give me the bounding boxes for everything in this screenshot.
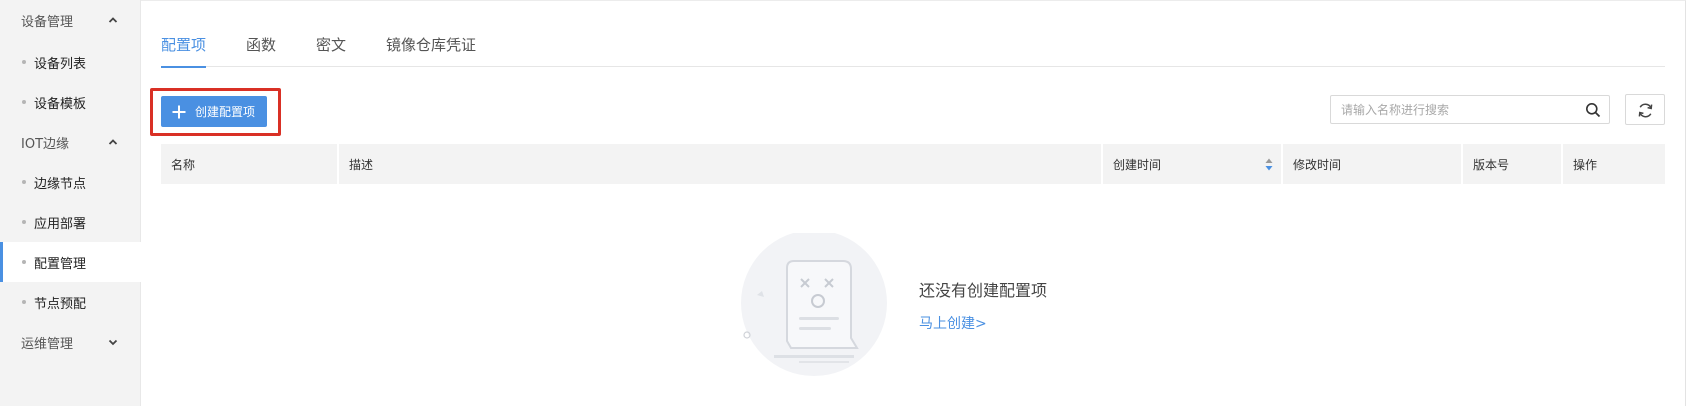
create-config-label: 创建配置项 [195,105,256,119]
bullet-icon [22,100,26,104]
sidebar-item-label: 应用部署 [34,216,87,232]
tab-label: 密文 [316,36,347,54]
chevron-down-icon [108,339,118,346]
bullet-icon [22,220,26,224]
tab-label: 函数 [246,36,277,54]
sidebar-group-device-management[interactable]: 设备管理 [0,0,141,40]
column-header-modified-time: 修改时间 [1283,144,1461,184]
tab-bar: 配置项 函数 密文 镜像仓库凭证 [161,25,1665,68]
bullet-icon [22,300,26,304]
sidebar-item-config-management[interactable]: 配置管理 [0,242,141,282]
empty-state-title: 还没有创建配置项 [919,281,1048,300]
search-box [1330,95,1610,124]
sidebar-item-device-list[interactable]: 设备列表 [0,42,141,82]
sidebar-item-label: 节点预配 [34,296,87,312]
column-label: 创建时间 [1113,157,1162,172]
column-label: 版本号 [1473,157,1510,172]
sort-icon[interactable] [1265,158,1273,171]
sidebar-item-device-template[interactable]: 设备模板 [0,82,141,122]
sidebar-item-label: 设备列表 [34,56,87,72]
tab-registry-credentials[interactable]: 镜像仓库凭证 [386,25,476,67]
column-header-version: 版本号 [1463,144,1561,184]
sidebar-item-app-deploy[interactable]: 应用部署 [0,202,141,242]
sidebar-item-edge-nodes[interactable]: 边缘节点 [0,162,141,202]
column-header-name: 名称 [161,144,337,184]
main-panel: 配置项 函数 密文 镜像仓库凭证 创建配置项 名称 描述 创建时间 修改时间 版… [141,0,1686,406]
tab-config-items[interactable]: 配置项 [161,25,207,68]
search-input[interactable] [1331,96,1571,123]
sidebar-item-label: 边缘节点 [34,176,87,192]
create-config-button[interactable]: 创建配置项 [161,96,267,127]
sidebar-group-label: 运维管理 [21,336,74,352]
sidebar-item-label: 配置管理 [34,256,87,272]
column-header-created-time[interactable]: 创建时间 [1103,144,1281,184]
column-label: 名称 [171,157,196,172]
sidebar-group-label: 设备管理 [21,14,74,30]
sidebar-group-ops-management[interactable]: 运维管理 [0,322,141,362]
highlight-box: 创建配置项 [150,88,281,136]
plus-icon [172,105,186,118]
sidebar-group-label: IOT边缘 [21,136,70,152]
tab-secrets[interactable]: 密文 [316,25,346,67]
tab-label: 配置项 [161,36,207,54]
search-icon[interactable] [1585,102,1601,118]
sidebar-group-iot-edge[interactable]: IOT边缘 [0,122,141,162]
create-now-link[interactable]: 马上创建> [919,313,987,333]
column-label: 描述 [349,157,374,172]
chevron-up-icon [108,139,118,145]
bullet-icon [22,260,26,264]
chevron-up-icon [108,17,118,23]
sidebar-item-node-provisioning[interactable]: 节点预配 [0,282,141,322]
column-label: 修改时间 [1293,157,1342,172]
tab-functions[interactable]: 函数 [246,25,276,67]
refresh-icon [1638,103,1653,118]
empty-state-illustration [741,233,887,376]
bullet-icon [22,60,26,64]
sidebar: 设备管理 设备列表 设备模板 IOT边缘 边缘节点 应用部署 配置管理 节点预配… [0,0,141,406]
column-label: 操作 [1573,157,1598,172]
sidebar-item-label: 设备模板 [34,96,87,112]
column-header-actions: 操作 [1563,144,1665,184]
refresh-button[interactable] [1625,94,1665,125]
table-header: 名称 描述 创建时间 修改时间 版本号 操作 [161,144,1665,184]
tab-label: 镜像仓库凭证 [386,36,477,54]
bullet-icon [22,180,26,184]
column-header-description: 描述 [339,144,1101,184]
